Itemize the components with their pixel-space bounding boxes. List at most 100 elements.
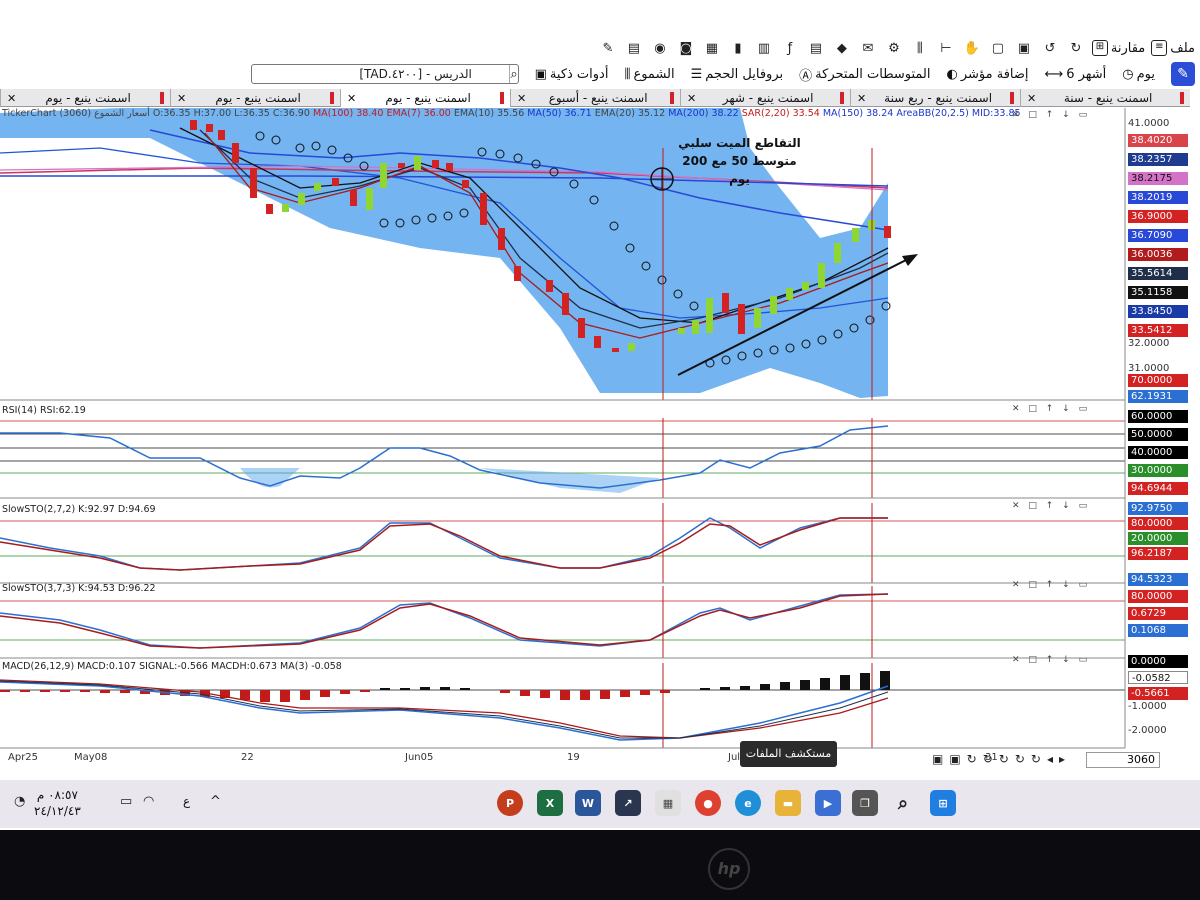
- column-icon[interactable]: ▮: [728, 38, 748, 58]
- rsi-panel-controls[interactable]: ✕ □ ↑ ↓ ▭: [1012, 404, 1090, 414]
- sto2-panel-controls[interactable]: ✕ □ ↑ ↓ ▭: [1012, 580, 1090, 590]
- tab-label: اسمنت ينبع - أسبوع: [548, 91, 648, 105]
- chart-area[interactable]: TickerChart أسعار الشموع (3060) O:36.35 …: [0, 108, 1200, 768]
- store-icon[interactable]: ▦: [655, 790, 681, 816]
- language-indicator[interactable]: ع: [183, 794, 190, 808]
- close-icon[interactable]: ✕: [7, 92, 16, 105]
- notification-icon[interactable]: ◔: [14, 794, 25, 809]
- excel-icon[interactable]: X: [537, 790, 563, 816]
- macd-scale-low1: -1.0000: [1128, 701, 1167, 712]
- price-label: 0.1068: [1128, 624, 1188, 637]
- price-label: 40.0000: [1128, 446, 1188, 459]
- undo-icon[interactable]: ↺: [1040, 38, 1060, 58]
- bb-label: AreaBB(20,2.5) MID:33.85: [896, 108, 1021, 119]
- settings-icon[interactable]: ⚙: [884, 38, 904, 58]
- candle-mode-icon[interactable]: ⫼: [910, 38, 930, 58]
- file-menu[interactable]: ≡ ملف: [1151, 40, 1195, 56]
- scale-mid: 32.0000: [1128, 338, 1170, 349]
- tab-day-active[interactable]: اسمنت ينبع - يوم ✕: [340, 89, 510, 107]
- ma50-label: MA(50) 36.71: [527, 108, 592, 119]
- tab-label: اسمنت ينبع - ربع سنة: [884, 91, 993, 105]
- compare-button[interactable]: ⊞ مقارنة: [1091, 40, 1146, 56]
- battery-icon[interactable]: ▭: [120, 794, 132, 809]
- ruler-icon[interactable]: ⊢: [936, 38, 956, 58]
- macd-panel-controls[interactable]: ✕ □ ↑ ↓ ▭: [1012, 655, 1090, 665]
- tab-marker: [329, 92, 334, 104]
- clock-date: ٢٤/١٢/٤٣: [34, 804, 81, 818]
- secondary-toolbar: ✎ ◷ يوم ⟷ 6 أشهر ◐ إضافة مؤشر Ⓐ المتوسطات ال…: [180, 62, 1195, 86]
- mail-icon[interactable]: ✉: [858, 38, 878, 58]
- symbol-search-input[interactable]: [239, 67, 510, 81]
- bars-count-field[interactable]: 3060: [1086, 752, 1160, 768]
- bars-icon[interactable]: ▤: [806, 38, 826, 58]
- tab-day-2[interactable]: اسمنت ينبع - يوم ✕: [170, 89, 340, 107]
- close-icon[interactable]: ✕: [517, 92, 526, 105]
- macd-scale-low2: -2.0000: [1128, 725, 1167, 736]
- tab-quarter[interactable]: اسمنت ينبع - ربع سنة ✕: [850, 89, 1020, 107]
- candles-icon: ⫼: [624, 66, 631, 82]
- price-label: 36.0036: [1128, 248, 1188, 261]
- close-icon[interactable]: ✕: [857, 92, 866, 105]
- indicator-icon: ◐: [946, 66, 958, 82]
- volume-profile-button[interactable]: ☰ بروفايل الحجم: [691, 67, 784, 82]
- day-button[interactable]: ◷ يوم: [1122, 67, 1155, 82]
- tab-month[interactable]: اسمنت ينبع - شهر ✕: [680, 89, 850, 107]
- tab-day-3[interactable]: اسمنت ينبع - يوم ✕: [0, 89, 170, 107]
- chart-type-icon[interactable]: ▥: [754, 38, 774, 58]
- search-icon[interactable]: ⌕: [509, 65, 518, 83]
- camera-icon[interactable]: ◉: [650, 38, 670, 58]
- six-months-button[interactable]: ⟷ 6 أشهر: [1045, 67, 1107, 82]
- close-icon[interactable]: ✕: [177, 92, 186, 105]
- refresh-icon[interactable]: ↻: [1066, 38, 1086, 58]
- wifi-icon[interactable]: ◠: [143, 794, 154, 809]
- price-label: 50.0000: [1128, 428, 1188, 441]
- smart-tools-button[interactable]: ▣ أدوات ذكية: [535, 67, 609, 82]
- compare-label: مقارنة: [1110, 40, 1146, 56]
- chart-annotation: التقاطع الميت سلبي متوسط 50 مع 200 يوم: [672, 134, 807, 188]
- file-explorer-icon[interactable]: ▬: [775, 790, 801, 816]
- symbol-search[interactable]: ⌕: [239, 64, 519, 84]
- notes-icon[interactable]: ▤: [624, 38, 644, 58]
- chart-tabs: اسمنت ينبع - سنة ✕ اسمنت ينبع - ربع سنة ✕ …: [0, 89, 1190, 107]
- price-legend: TickerChart أسعار الشموع (3060) O:36.35 …: [2, 108, 1021, 119]
- chrome-icon[interactable]: ●: [695, 790, 721, 816]
- tab-week[interactable]: اسمنت ينبع - أسبوع ✕: [510, 89, 680, 107]
- pen-icon[interactable]: ✎: [1171, 62, 1195, 86]
- tab-year[interactable]: اسمنت ينبع - سنة ✕: [1020, 89, 1190, 107]
- edge-icon[interactable]: e: [735, 790, 761, 816]
- capture-icon[interactable]: ◙: [676, 38, 696, 58]
- start-icon[interactable]: ⊞: [930, 790, 956, 816]
- grid-icon[interactable]: ▦: [702, 38, 722, 58]
- hand-icon[interactable]: ✋: [962, 38, 982, 58]
- formula-icon[interactable]: ƒ: [780, 38, 800, 58]
- search-icon[interactable]: ⌕: [890, 790, 916, 816]
- close-icon[interactable]: ✕: [687, 92, 696, 105]
- word-icon[interactable]: W: [575, 790, 601, 816]
- close-icon[interactable]: ✕: [347, 92, 356, 105]
- candles-button[interactable]: ⫼ الشموع: [624, 67, 674, 82]
- tab-label: اسمنت ينبع - شهر: [722, 91, 814, 105]
- pin-icon[interactable]: ◆: [832, 38, 852, 58]
- brush-icon[interactable]: ✎: [598, 38, 618, 58]
- annotation-line-1: التقاطع الميت سلبي: [678, 136, 801, 150]
- monitor-display: ≡ ملف ⊞ مقارنة ↻ ↺ ▣ ▢ ✋ ⊢ ⫼ ⚙ ✉ ◆ ▤ ƒ ▥ ▮…: [0, 0, 1200, 830]
- layout-icon[interactable]: ▣: [1014, 38, 1034, 58]
- media-icon[interactable]: ▶: [815, 790, 841, 816]
- ohlc-label: أسعار الشموع (3060) O:36.35 H:37.00 L:36…: [59, 108, 310, 119]
- tab-label: اسمنت ينبع - سنة: [1063, 91, 1153, 105]
- navigation-icons[interactable]: ▣▣↻↻↻↻↻◂▸: [932, 752, 1071, 766]
- window-icon[interactable]: ▢: [988, 38, 1008, 58]
- price-label: 38.2019: [1128, 191, 1188, 204]
- price-panel-controls[interactable]: ✕ □ ↑ ↓ ▭: [1012, 110, 1090, 120]
- sto1-panel-controls[interactable]: ✕ □ ↑ ↓ ▭: [1012, 501, 1090, 511]
- moving-averages-button[interactable]: Ⓐ المتوسطات المتحركة: [799, 65, 930, 84]
- tickerchart-icon[interactable]: ↗: [615, 790, 641, 816]
- powerpoint-icon[interactable]: P: [497, 790, 523, 816]
- windows-icon[interactable]: ❐: [852, 790, 878, 816]
- add-indicator-button[interactable]: ◐ إضافة مؤشر: [947, 67, 1029, 82]
- system-clock[interactable]: ٠٨:٥٧ م ٢٤/١٢/٤٣: [34, 787, 81, 819]
- ema20-label: EMA(20) 35.12: [594, 108, 666, 119]
- price-label: 36.9000: [1128, 210, 1188, 223]
- close-icon[interactable]: ✕: [1027, 92, 1036, 105]
- chevron-up-icon[interactable]: ^: [210, 794, 221, 809]
